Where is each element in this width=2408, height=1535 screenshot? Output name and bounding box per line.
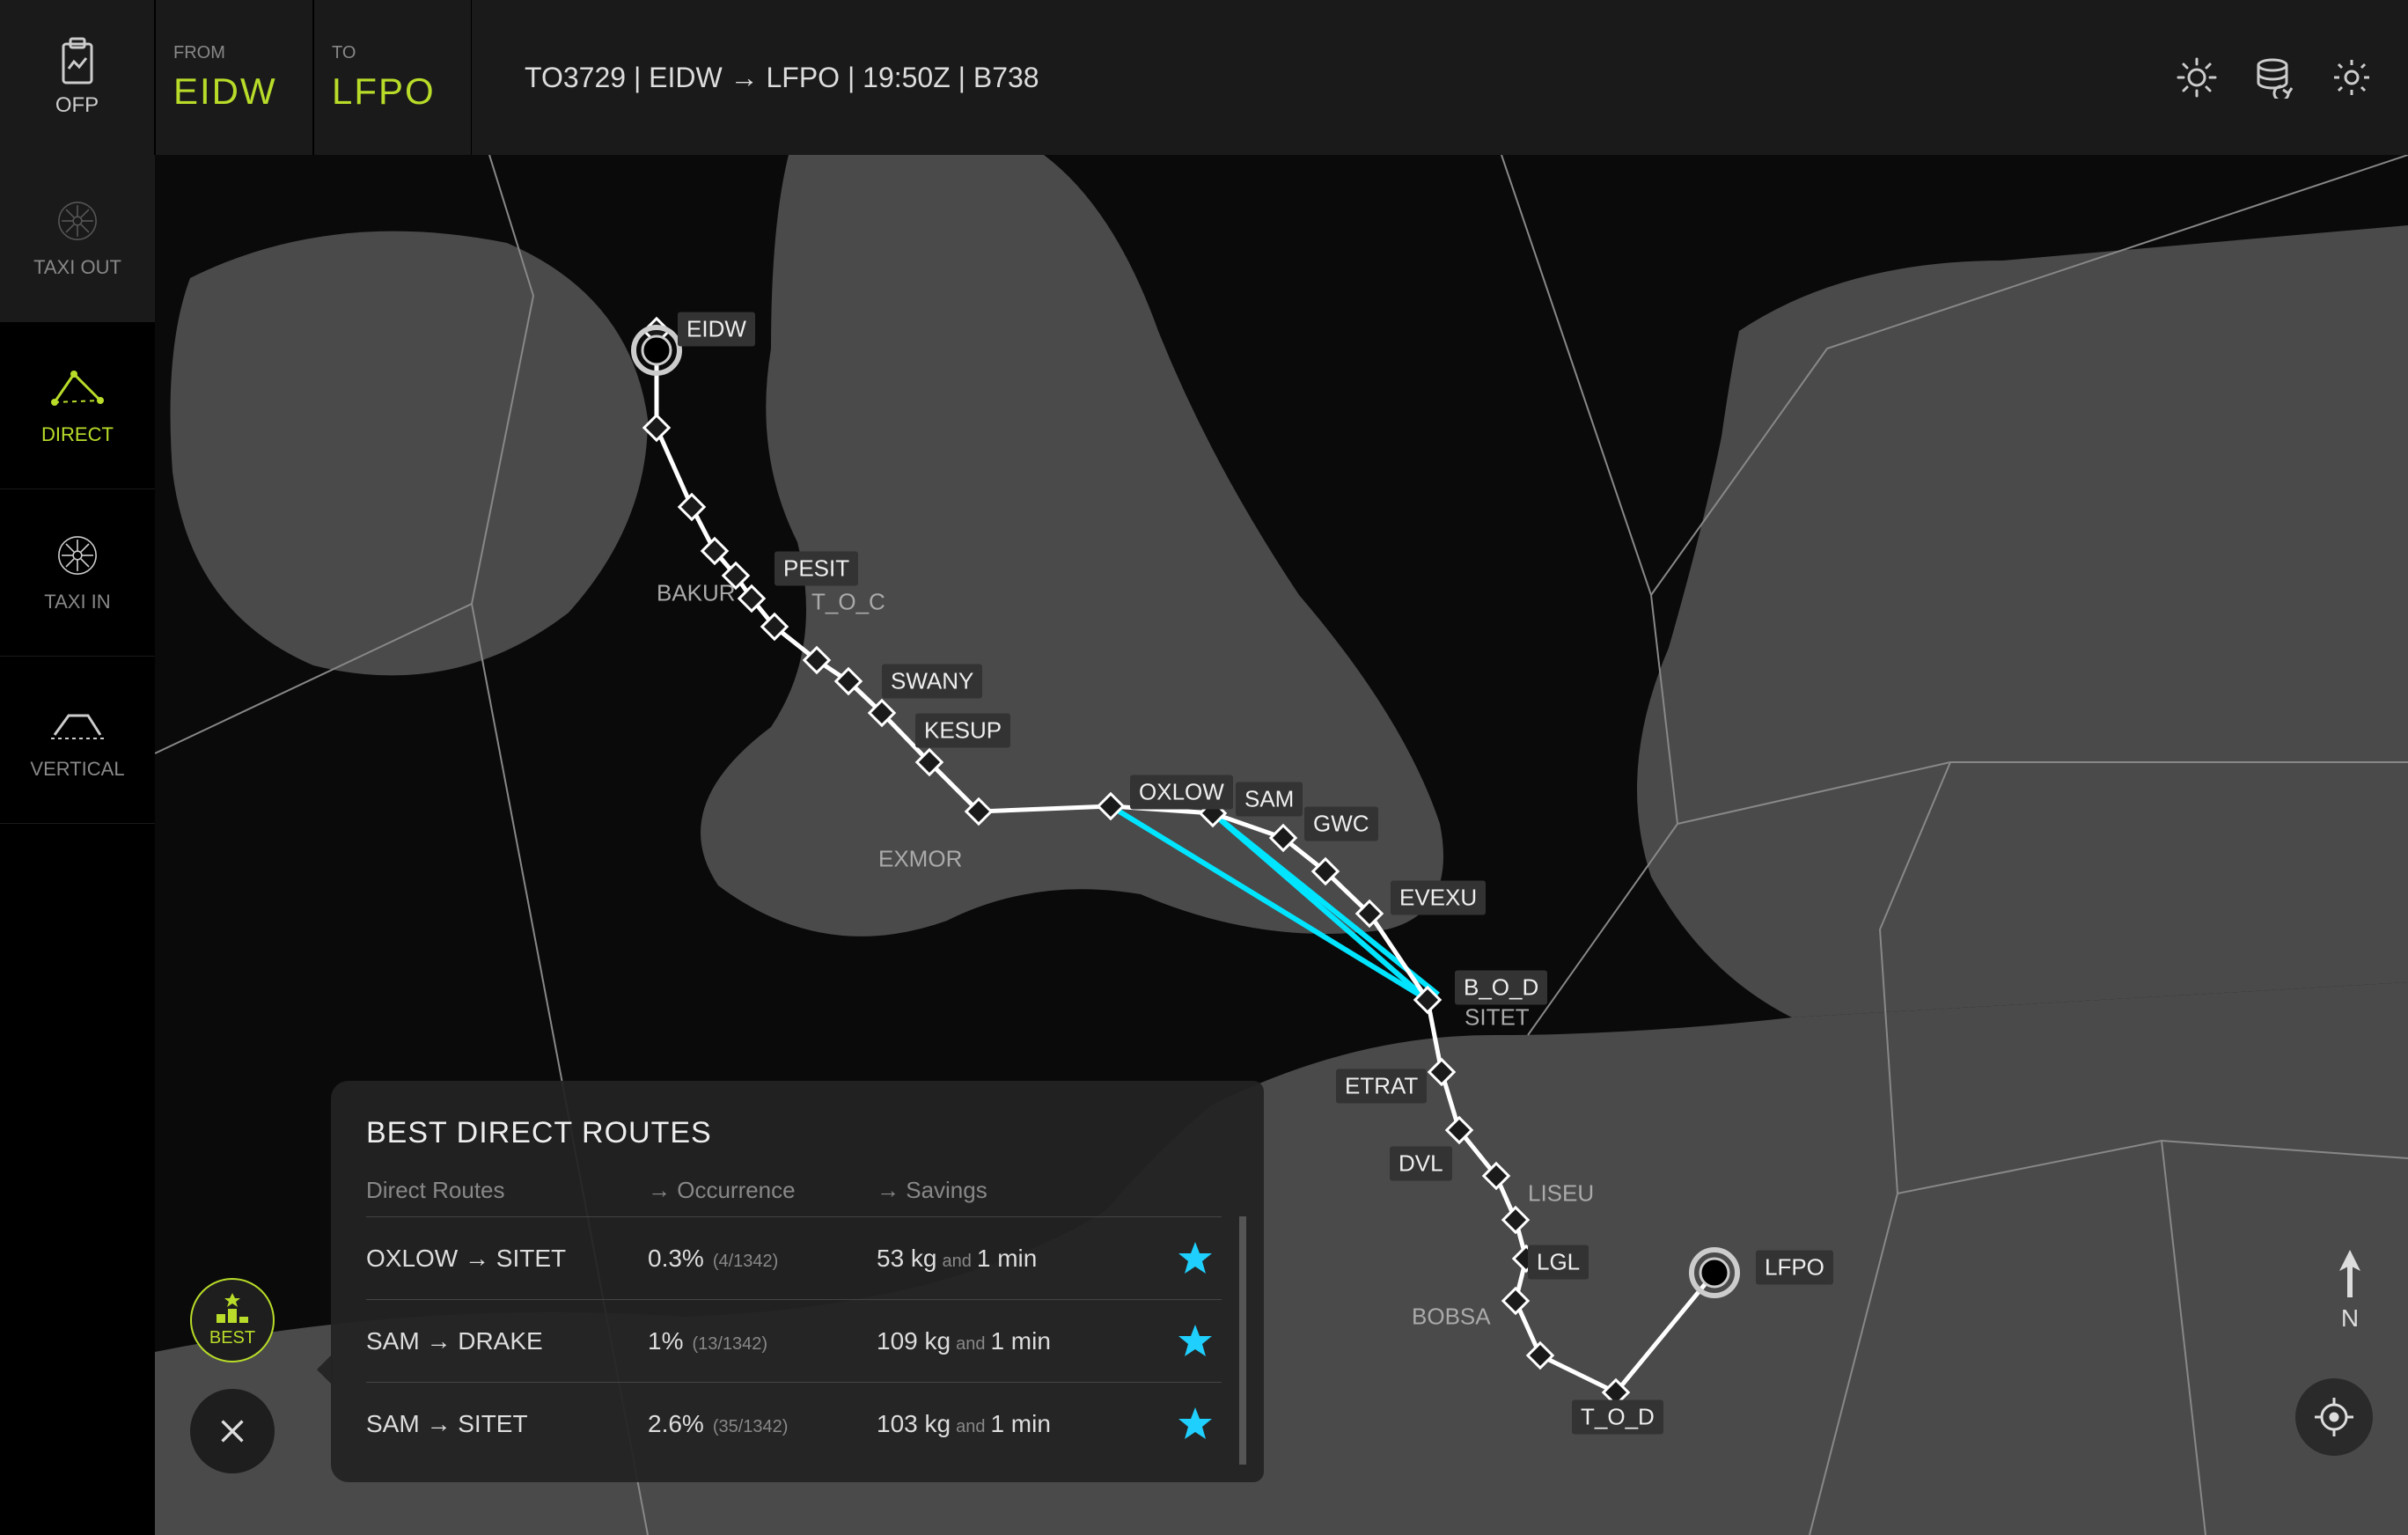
panel-caret [317, 1354, 333, 1385]
turbine-icon [49, 532, 106, 578]
close-icon [213, 1415, 252, 1447]
vertical-profile-icon [49, 700, 106, 745]
to-code: LFPO [332, 70, 453, 113]
star-icon [1177, 1240, 1214, 1277]
waypoint-label: EIDW [678, 312, 755, 347]
star-icon [1177, 1323, 1214, 1360]
waypoint-label: LFPO [1756, 1251, 1833, 1285]
waypoint-label: ETRAT [1336, 1069, 1427, 1104]
compass: N [2336, 1250, 2364, 1333]
waypoint-label: EVEXU [1391, 881, 1486, 915]
close-panel-button[interactable] [190, 1389, 275, 1473]
col-savings: → Savings [877, 1177, 1246, 1204]
panel-scroll[interactable]: OXLOW → SITET 0.3%(4/1342) 53 kgand1 min… [366, 1216, 1246, 1465]
from-airport[interactable]: FROM EIDW [155, 0, 313, 155]
route-name: SAM → DRAKE [366, 1327, 648, 1355]
route-occurrence: 1%(13/1342) [648, 1327, 877, 1355]
route-name: OXLOW → SITET [366, 1245, 648, 1273]
waypoint-label: SAM [1236, 782, 1303, 817]
gear-icon[interactable] [2331, 56, 2373, 99]
direct-route-row[interactable]: SAM → DRAKE 1%(13/1342) 109 kgand1 min [366, 1299, 1222, 1382]
route-occurrence: 0.3%(4/1342) [648, 1245, 877, 1273]
from-label: FROM [173, 43, 295, 63]
waypoint-label: KESUP [915, 714, 1010, 748]
map-view[interactable]: EIDWPESITSWANYKESUPOXLOWSAMGWCEVEXUB_O_D… [155, 155, 2408, 1535]
waypoint-label: SWANY [882, 665, 982, 699]
sidebar-label: TAXI OUT [33, 256, 121, 279]
best-label: BEST [209, 1328, 255, 1348]
ofp-label: OFP [55, 93, 99, 118]
from-code: EIDW [173, 70, 295, 113]
best-routes-button[interactable]: BEST [190, 1278, 275, 1362]
locate-button[interactable] [2295, 1378, 2373, 1456]
waypoint-label: LGL [1528, 1245, 1589, 1280]
turbine-icon [49, 198, 106, 244]
flight-summary: TO3729 | EIDW → LFPO | 19:50Z | B738 [472, 0, 2176, 155]
sidebar-label: VERTICAL [30, 758, 124, 781]
sidebar-item-taxi-in[interactable]: TAXI IN [0, 489, 155, 657]
header: OFP FROM EIDW TO LFPO TO3729 | EIDW → LF… [0, 0, 2408, 155]
waypoint-label: T_O_D [1572, 1400, 1663, 1435]
sidebar-item-taxi-out[interactable]: TAXI OUT [0, 155, 155, 322]
panel-header-row: Direct Routes → Occurrence → Savings [366, 1177, 1246, 1204]
sidebar: TAXI OUT DIRECT TAXI IN VERTICAL [0, 155, 155, 1535]
route-name: SAM → SITET [366, 1410, 648, 1438]
direct-route-icon [49, 365, 106, 411]
col-occurrence: → Occurrence [648, 1177, 877, 1204]
panel-float-buttons: BEST [190, 1278, 275, 1473]
database-refresh-icon[interactable] [2253, 56, 2295, 99]
podium-icon [213, 1293, 252, 1325]
waypoint-label: T_O_C [803, 585, 894, 620]
direct-route-row[interactable]: SAM → SITET 2.6%(35/1342) 103 kgand1 min [366, 1382, 1222, 1465]
favorite-button[interactable] [1169, 1240, 1222, 1277]
waypoint-label: OXLOW [1130, 775, 1233, 810]
sun-icon[interactable] [2176, 56, 2218, 99]
waypoint-label: LISEU [1519, 1177, 1603, 1211]
route-savings: 103 kgand1 min [877, 1410, 1169, 1438]
panel-title: BEST DIRECT ROUTES [366, 1116, 1246, 1150]
route-savings: 53 kgand1 min [877, 1245, 1169, 1273]
waypoint-label: DVL [1390, 1146, 1452, 1180]
sidebar-label: TAXI IN [44, 591, 110, 613]
compass-n: N [2341, 1304, 2359, 1333]
waypoint-label: PESIT [775, 552, 858, 586]
favorite-button[interactable] [1169, 1406, 1222, 1443]
to-label: TO [332, 43, 453, 63]
clipboard-icon [56, 37, 99, 86]
favorite-button[interactable] [1169, 1323, 1222, 1360]
waypoint-label: GWC [1304, 807, 1378, 841]
waypoint-label: EXMOR [870, 842, 971, 877]
ofp-button[interactable]: OFP [0, 0, 155, 155]
route-savings: 109 kgand1 min [877, 1327, 1169, 1355]
star-icon [1177, 1406, 1214, 1443]
north-arrow-icon [2336, 1250, 2364, 1299]
col-routes: Direct Routes [366, 1177, 648, 1204]
header-actions [2176, 0, 2408, 155]
sidebar-label: DIRECT [41, 423, 114, 446]
sidebar-item-direct[interactable]: DIRECT [0, 322, 155, 489]
waypoint-label: BAKUR [648, 577, 745, 611]
crosshair-icon [2313, 1396, 2355, 1438]
direct-route-row[interactable]: OXLOW → SITET 0.3%(4/1342) 53 kgand1 min [366, 1216, 1222, 1299]
best-direct-routes-panel: BEST DIRECT ROUTES Direct Routes → Occur… [331, 1081, 1264, 1482]
to-airport[interactable]: TO LFPO [313, 0, 472, 155]
waypoint-label: BOBSA [1403, 1300, 1500, 1334]
sidebar-item-vertical[interactable]: VERTICAL [0, 657, 155, 824]
route-occurrence: 2.6%(35/1342) [648, 1410, 877, 1438]
waypoint-label: SITET [1456, 1001, 1538, 1035]
